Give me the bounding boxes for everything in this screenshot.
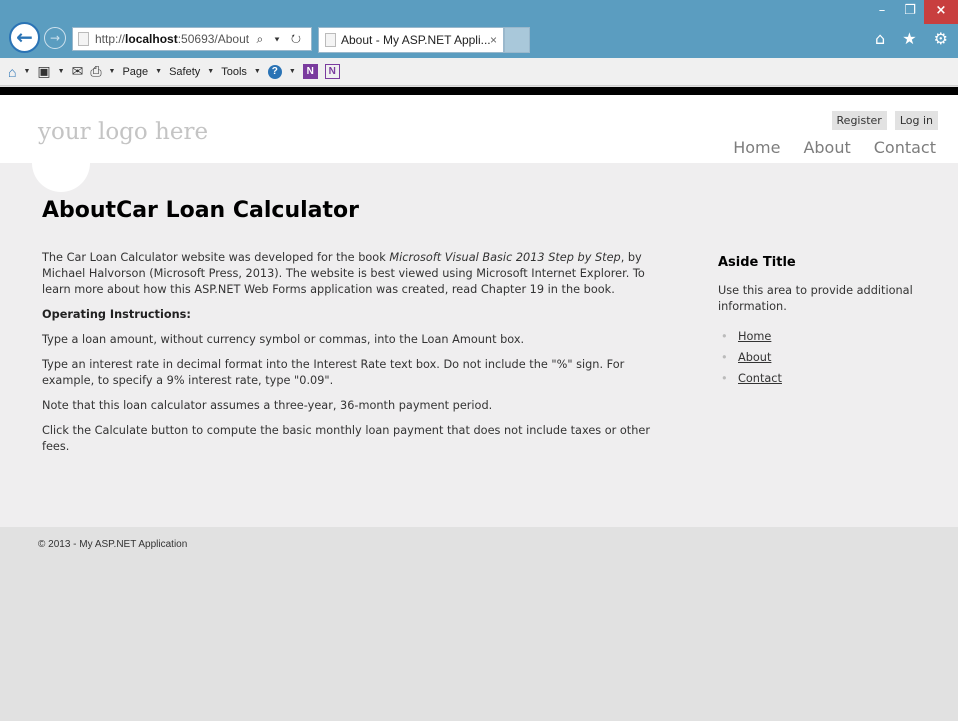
url-host: localhost	[125, 32, 178, 46]
chevron-down-icon[interactable]: ▼	[289, 68, 296, 75]
main-content: AboutCar Loan Calculator The Car Loan Ca…	[0, 163, 958, 527]
instruction-step: Note that this loan calculator assumes a…	[42, 399, 493, 412]
chevron-down-icon[interactable]: ▼	[109, 68, 116, 75]
book-title: Microsoft Visual Basic 2013 Step by Step	[389, 251, 621, 264]
site-footer: © 2013 - My ASP.NET Application	[0, 527, 958, 721]
aside: Aside Title Use this area to provide add…	[718, 255, 948, 392]
chevron-down-icon[interactable]: ▼	[207, 68, 214, 75]
browser-titlebar: – ❐ × ← → http://localhost:50693/About ⌕…	[0, 0, 958, 58]
nav-home[interactable]: Home	[733, 138, 780, 157]
aside-link-contact[interactable]: Contact	[738, 372, 782, 385]
tools-menu[interactable]: Tools	[221, 66, 247, 78]
login-links: Register Log in	[831, 111, 938, 130]
onenote-icon[interactable]: N	[302, 64, 318, 79]
logo-circle-decoration	[32, 163, 90, 192]
home-favorites-settings-icons[interactable]: ⌂ ★ ⚙	[875, 29, 954, 48]
command-bar: ⌂ ▼ ▣ ▼ ✉ ⎙ ▼ Page ▼ Safety ▼ Tools ▼ ? ▼ N N	[0, 58, 958, 86]
page-title: AboutCar Loan Calculator	[42, 198, 359, 223]
chevron-down-icon[interactable]: ▼	[23, 68, 30, 75]
search-refresh-icons[interactable]: ⌕ ▾ ↻	[256, 28, 305, 50]
mail-icon[interactable]: ✉	[72, 63, 84, 80]
new-tab-button[interactable]	[504, 27, 530, 53]
feeds-icon[interactable]: ▣	[37, 63, 50, 80]
print-icon[interactable]: ⎙	[90, 63, 101, 80]
login-link[interactable]: Log in	[894, 111, 938, 130]
intro-paragraph: The Car Loan Calculator website was deve…	[42, 251, 645, 296]
minimize-button[interactable]: –	[868, 0, 896, 24]
list-item: About	[718, 350, 948, 366]
address-bar[interactable]: http://localhost:50693/About ⌕ ▾ ↻	[72, 27, 312, 51]
restore-button[interactable]: ❐	[896, 0, 924, 24]
safety-menu[interactable]: Safety	[169, 66, 200, 78]
forward-button[interactable]: →	[44, 27, 66, 49]
aside-text: Use this area to provide additional info…	[718, 284, 913, 313]
instruction-step: Type a loan amount, without currency sym…	[42, 333, 525, 346]
main-nav: Home About Contact	[733, 138, 936, 157]
page-icon	[325, 33, 336, 47]
help-icon[interactable]: ?	[267, 64, 282, 79]
site-logo[interactable]: your logo here	[38, 119, 208, 145]
close-window-button[interactable]: ×	[924, 0, 958, 24]
instruction-step: Type an interest rate in decimal format …	[42, 358, 625, 387]
back-button[interactable]: ←	[9, 22, 40, 53]
copyright-text: © 2013 - My ASP.NET Application	[38, 539, 188, 550]
page-icon	[78, 32, 89, 46]
list-item: Home	[718, 329, 948, 345]
article: The Car Loan Calculator website was deve…	[42, 250, 670, 464]
browser-tab-about[interactable]: About - My ASP.NET Appli... ×	[318, 27, 504, 53]
instructions-heading: Operating Instructions:	[42, 308, 191, 321]
chevron-down-icon[interactable]: ▼	[58, 68, 65, 75]
aside-link-list: Home About Contact	[718, 329, 948, 387]
url-path: :50693/About	[177, 32, 250, 46]
aside-link-about[interactable]: About	[738, 351, 771, 364]
tab-title: About - My ASP.NET Appli...	[341, 33, 491, 47]
nav-contact[interactable]: Contact	[874, 138, 936, 157]
onenote-linked-notes-icon[interactable]: N	[324, 64, 340, 79]
instruction-step: Click the Calculate button to compute th…	[42, 424, 650, 453]
nav-about[interactable]: About	[803, 138, 850, 157]
register-link[interactable]: Register	[831, 111, 887, 130]
chevron-down-icon[interactable]: ▼	[155, 68, 162, 75]
home-icon[interactable]: ⌂	[8, 64, 16, 80]
site-header: your logo here Register Log in Home Abou…	[0, 95, 958, 163]
aside-title: Aside Title	[718, 255, 796, 270]
url-prefix: http://	[95, 32, 126, 46]
window-controls: – ❐ ×	[868, 0, 958, 24]
tab-close-icon[interactable]: ×	[490, 28, 497, 52]
page-menu[interactable]: Page	[122, 66, 148, 78]
list-item: Contact	[718, 371, 948, 387]
top-divider-bar	[0, 87, 958, 95]
chevron-down-icon[interactable]: ▼	[254, 68, 261, 75]
aside-link-home[interactable]: Home	[738, 330, 771, 343]
